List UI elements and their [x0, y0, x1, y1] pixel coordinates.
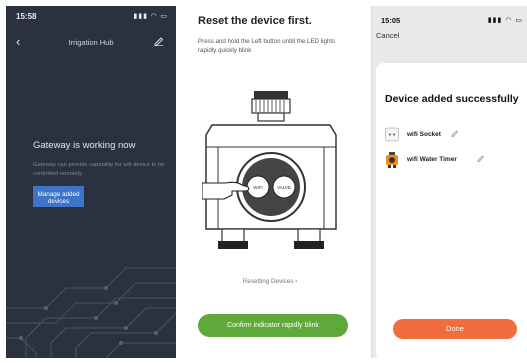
success-dialog: Device added successfully wifi Socket wi… [376, 63, 527, 358]
gateway-heading: Gateway is working now [33, 140, 136, 151]
gateway-description: Gateway can provide capability for wifi … [33, 162, 165, 177]
success-screen: 15:05 ▮▮▮ ◠ ▭ Cancel Device added succes… [371, 6, 527, 358]
cancel-link[interactable]: Cancel [376, 31, 399, 40]
valve-button-label: VALVE [277, 185, 291, 190]
circuit-decoration [6, 267, 176, 358]
wifi-button-label: WIFI [253, 185, 263, 190]
reset-heading: Reset the device first. [198, 15, 312, 27]
resetting-devices-link[interactable]: Resetting Devices › [190, 278, 350, 285]
edit-icon[interactable] [154, 36, 164, 46]
manage-devices-button[interactable]: Manage added devices [33, 186, 84, 207]
status-bar: 15:58 ▮▮▮ ◠ ▭ [6, 6, 176, 26]
nav-bar: ‹ Irrigation Hub [6, 28, 176, 56]
reset-screen: Reset the device first. Press and hold t… [190, 6, 350, 358]
page-title: Irrigation Hub [68, 38, 114, 47]
device-row-socket[interactable]: wifi Socket [385, 127, 527, 143]
gateway-screen: 15:58 ▮▮▮ ◠ ▭ ‹ Irrigation Hub Gateway i… [6, 6, 176, 358]
edit-name-icon[interactable] [477, 154, 485, 162]
reset-description: Press and hold the Left button untill th… [198, 38, 336, 54]
status-icons: ▮▮▮ ◠ ▭ [133, 13, 168, 20]
device-name: wifi Socket [407, 131, 441, 138]
status-icons: ▮▮▮ ◠ ▭ [487, 17, 523, 24]
done-button[interactable]: Done [393, 319, 517, 339]
water-timer-icon [386, 152, 398, 168]
socket-icon [385, 127, 399, 142]
confirm-blink-button[interactable]: Confirm indicator rapidly blink [198, 314, 348, 337]
dialog-title: Device added successfully [385, 93, 519, 105]
device-row-water-timer[interactable]: wifi Water Timer [385, 152, 527, 168]
edit-name-icon[interactable] [451, 129, 459, 137]
device-name: wifi Water Timer [407, 156, 457, 163]
status-time: 15:05 [381, 16, 401, 25]
status-time: 15:58 [16, 12, 37, 21]
water-timer-device-illustration: WIFI VALVE [202, 91, 337, 249]
